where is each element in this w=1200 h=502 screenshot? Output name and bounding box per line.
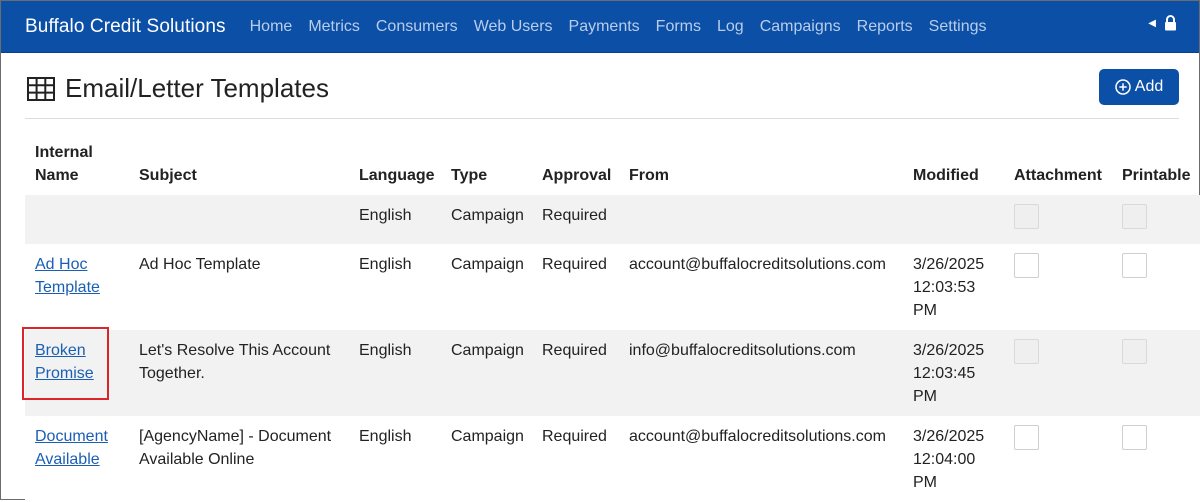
cell-language: English (359, 342, 412, 359)
caret-left-icon[interactable]: ◀ (1148, 18, 1156, 29)
printable-checkbox[interactable] (1122, 204, 1147, 229)
printable-checkbox[interactable] (1122, 253, 1147, 278)
add-button-label: Add (1134, 78, 1164, 95)
top-navbar: Buffalo Credit Solutions Home Metrics Co… (1, 1, 1199, 53)
cell-type: Campaign (451, 207, 524, 224)
cell-subject (129, 195, 349, 244)
template-link-document-available[interactable]: Document Available (35, 428, 108, 468)
template-link-ad-hoc[interactable]: Ad Hoc Template (35, 256, 100, 296)
col-header-from[interactable]: From (619, 141, 903, 195)
nav-item-home[interactable]: Home (250, 18, 293, 36)
nav-item-consumers[interactable]: Consumers (376, 18, 458, 36)
col-header-modified[interactable]: Modified (903, 141, 1004, 195)
cell-from (619, 195, 903, 244)
col-header-type[interactable]: Type (441, 141, 532, 195)
cell-modified (903, 195, 1004, 244)
col-header-language[interactable]: Language (349, 141, 441, 195)
add-button[interactable]: Add (1099, 69, 1179, 105)
cell-language: English (359, 428, 412, 445)
attachment-checkbox[interactable] (1014, 204, 1039, 229)
table-header-row: Internal Name Subject Language Type Appr… (25, 141, 1200, 195)
nav-menu: Home Metrics Consumers Web Users Payment… (250, 18, 1003, 36)
nav-item-log[interactable]: Log (717, 18, 744, 36)
cell-internal-name: Broken Promise (25, 330, 129, 416)
cell-modified: 3/26/2025 12:03:45 PM (913, 342, 985, 405)
attachment-checkbox[interactable] (1014, 253, 1039, 278)
cell-type: Campaign (451, 256, 524, 273)
cell-language: English (359, 256, 412, 273)
table-row: English Campaign Required (25, 195, 1200, 244)
col-header-approval[interactable]: Approval (532, 141, 619, 195)
attachment-checkbox[interactable] (1014, 339, 1039, 364)
nav-item-web-users[interactable]: Web Users (474, 18, 553, 36)
lock-icon[interactable] (1164, 15, 1177, 31)
table-row: Document Available [AgencyName] - Documen… (25, 416, 1200, 502)
cell-modified: 3/26/2025 12:03:53 PM (913, 256, 985, 319)
page-title: Email/Letter Templates (65, 73, 329, 103)
cell-printable (1112, 416, 1200, 502)
nav-item-reports[interactable]: Reports (857, 18, 913, 36)
table-row: Broken Promise Let's Resolve This Account… (25, 330, 1200, 416)
cell-printable (1112, 195, 1200, 244)
col-header-subject[interactable]: Subject (129, 141, 349, 195)
nav-right-controls: ◀ (1148, 15, 1177, 31)
cell-approval: Required (542, 342, 607, 359)
nav-item-settings[interactable]: Settings (929, 18, 987, 36)
attachment-checkbox[interactable] (1014, 425, 1039, 450)
grid-table-icon (27, 76, 55, 101)
col-header-attachment[interactable]: Attachment (1004, 141, 1112, 195)
nav-item-payments[interactable]: Payments (569, 18, 640, 36)
template-link-broken-promise[interactable]: Broken Promise (35, 342, 94, 382)
printable-checkbox[interactable] (1122, 425, 1147, 450)
cell-approval: Required (542, 256, 607, 273)
cell-subject: [AgencyName] - Document Available Online (139, 428, 332, 468)
cell-type: Campaign (451, 342, 524, 359)
cell-type: Campaign (451, 428, 524, 445)
cell-internal-name: Document Available (25, 416, 129, 502)
plus-circle-icon (1115, 79, 1131, 95)
brand-name[interactable]: Buffalo Credit Solutions (25, 16, 226, 38)
cell-printable (1112, 330, 1200, 416)
cell-approval: Required (542, 207, 607, 224)
cell-internal-name: Ad Hoc Template (25, 244, 129, 330)
page-header: Email/Letter Templates Add (25, 63, 1179, 119)
cell-from: account@buffalocreditsolutions.com (629, 256, 886, 273)
templates-table-wrap: Internal Name Subject Language Type Appr… (25, 141, 1200, 502)
cell-attachment (1004, 416, 1112, 502)
cell-from: account@buffalocreditsolutions.com (629, 428, 886, 445)
page-title-wrap: Email/Letter Templates (27, 73, 329, 104)
col-header-printable[interactable]: Printable (1112, 141, 1200, 195)
cell-printable (1112, 244, 1200, 330)
cell-approval: Required (542, 428, 607, 445)
cell-attachment (1004, 244, 1112, 330)
cell-subject: Let's Resolve This Account Together. (139, 342, 331, 382)
col-header-internal-name[interactable]: Internal Name (25, 141, 129, 195)
table-row: Ad Hoc Template Ad Hoc Template English C… (25, 244, 1200, 330)
cell-language: English (359, 207, 412, 224)
templates-table: Internal Name Subject Language Type Appr… (25, 141, 1200, 502)
cell-modified: 3/26/2025 12:04:00 PM (913, 428, 985, 491)
cell-attachment (1004, 195, 1112, 244)
cell-from: info@buffalocreditsolutions.com (629, 342, 856, 359)
nav-item-campaigns[interactable]: Campaigns (760, 18, 841, 36)
printable-checkbox[interactable] (1122, 339, 1147, 364)
cell-internal-name (25, 195, 129, 244)
nav-item-forms[interactable]: Forms (656, 18, 701, 36)
cell-attachment (1004, 330, 1112, 416)
cell-subject: Ad Hoc Template (139, 256, 261, 273)
nav-item-metrics[interactable]: Metrics (308, 18, 360, 36)
